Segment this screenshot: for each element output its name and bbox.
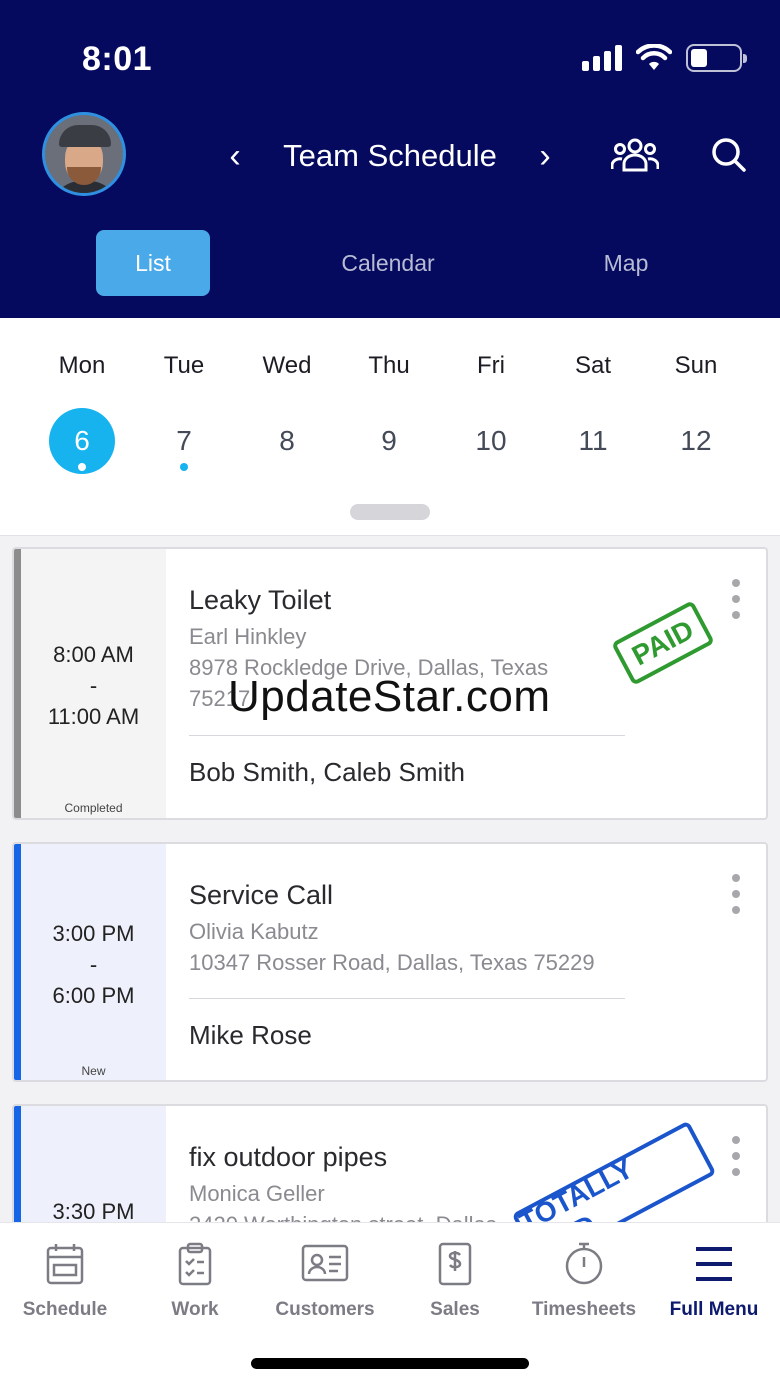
drag-handle[interactable]	[350, 504, 430, 520]
more-options-icon[interactable]	[730, 874, 742, 914]
job-status: New	[81, 1064, 106, 1078]
job-end-time: 6:00 PM	[52, 983, 135, 1008]
job-title: fix outdoor pipes	[189, 1142, 388, 1172]
divider	[189, 998, 625, 999]
job-customer: Monica Geller	[189, 1181, 325, 1206]
cellular-signal-icon	[582, 45, 622, 71]
search-icon[interactable]	[704, 132, 754, 178]
more-options-icon[interactable]	[730, 579, 742, 619]
tabbar-label: Timesheets	[531, 1299, 637, 1320]
team-icon[interactable]	[610, 132, 660, 178]
day-name: Sun	[674, 352, 718, 379]
day-number[interactable]: 10	[458, 408, 524, 474]
day-number[interactable]: 9	[356, 408, 422, 474]
tabbar-label: Schedule	[22, 1299, 108, 1320]
tabbar-full-menu[interactable]: Full Menu	[649, 1241, 779, 1321]
tabbar-schedule[interactable]: Schedule	[0, 1241, 130, 1321]
battery-icon	[686, 44, 747, 72]
day-name: Sat	[574, 352, 612, 379]
job-customer: Olivia Kabutz	[189, 919, 319, 944]
more-options-icon[interactable]	[730, 1136, 742, 1176]
tabbar-timesheets[interactable]: Timesheets	[519, 1241, 649, 1321]
day-name: Fri	[477, 352, 505, 379]
title-row: ‹ Team Schedule ›	[220, 132, 560, 180]
job-customer: Earl Hinkley	[189, 624, 307, 649]
event-dot	[78, 463, 86, 471]
tab-list[interactable]: List	[96, 230, 210, 296]
home-indicator[interactable]	[251, 1358, 529, 1369]
tabbar-label: Sales	[430, 1299, 480, 1320]
calendar-icon	[46, 1244, 84, 1285]
job-assignees: Bob Smith, Caleb Smith	[189, 757, 466, 787]
day-name: Thu	[368, 352, 410, 379]
tabbar-sales[interactable]: Sales	[390, 1241, 520, 1321]
event-dot	[180, 463, 188, 471]
job-title: Leaky Toilet	[189, 585, 332, 615]
tabbar-label: Customers	[275, 1299, 375, 1320]
page-title: Team Schedule	[283, 138, 497, 173]
job-time-column: 3:00 PM - 6:00 PM New	[14, 844, 166, 1080]
avatar[interactable]	[42, 112, 126, 196]
day-number[interactable]: 11	[560, 408, 626, 474]
week-strip: Mon 6 Tue 7 Wed 8 Thu 9 Fri 10 Sat 11 Su…	[0, 318, 780, 536]
clipboard-icon	[178, 1242, 212, 1286]
paid-stamp: PAID	[611, 600, 715, 686]
job-time-separator: -	[89, 952, 98, 977]
contact-card-icon	[301, 1244, 349, 1282]
job-time-separator: -	[89, 673, 98, 698]
day-number[interactable]: 12	[663, 408, 729, 474]
job-title: Service Call	[189, 880, 334, 910]
job-end-time: 11:00 AM	[47, 704, 140, 729]
tabbar-label: Full Menu	[669, 1299, 759, 1320]
tab-calendar[interactable]: Calendar	[318, 230, 458, 296]
job-assignees: Mike Rose	[189, 1020, 312, 1050]
job-card[interactable]: 3:00 PM - 6:00 PM New Service Call Olivi…	[12, 842, 768, 1082]
tab-map[interactable]: Map	[576, 230, 676, 296]
job-time-column: 8:00 AM - 11:00 AM Completed	[14, 549, 166, 818]
job-start-time: 3:00 PM	[52, 921, 135, 946]
day-name: Wed	[262, 352, 312, 379]
chevron-left-icon[interactable]: ‹	[220, 137, 250, 176]
tabbar-customers[interactable]: Customers	[260, 1241, 390, 1321]
day-name: Mon	[58, 352, 106, 379]
view-tabs: List Calendar Map	[0, 230, 780, 296]
tabbar-work[interactable]: Work	[130, 1241, 260, 1321]
watermark: UpdateStar.com	[228, 672, 551, 721]
app-screen: 8:01 ‹ Team Schedule › List Calendar Map…	[0, 0, 780, 1387]
dollar-document-icon	[438, 1242, 472, 1286]
wifi-icon	[636, 44, 672, 70]
job-status: Completed	[64, 801, 123, 815]
header: 8:01 ‹ Team Schedule › List Calendar Map	[0, 0, 780, 318]
chevron-right-icon[interactable]: ›	[530, 137, 560, 176]
tabbar-label: Work	[171, 1299, 219, 1320]
status-time: 8:01	[82, 40, 153, 78]
job-address: 10347 Rosser Road, Dallas, Texas 75229	[189, 950, 595, 975]
day-number[interactable]: 8	[254, 408, 320, 474]
day-name: Tue	[163, 352, 205, 379]
job-start-time: 8:00 AM	[53, 642, 134, 667]
status-icons	[582, 44, 747, 72]
hamburger-menu-icon	[696, 1247, 732, 1281]
stopwatch-icon	[565, 1242, 603, 1285]
divider	[189, 735, 625, 736]
